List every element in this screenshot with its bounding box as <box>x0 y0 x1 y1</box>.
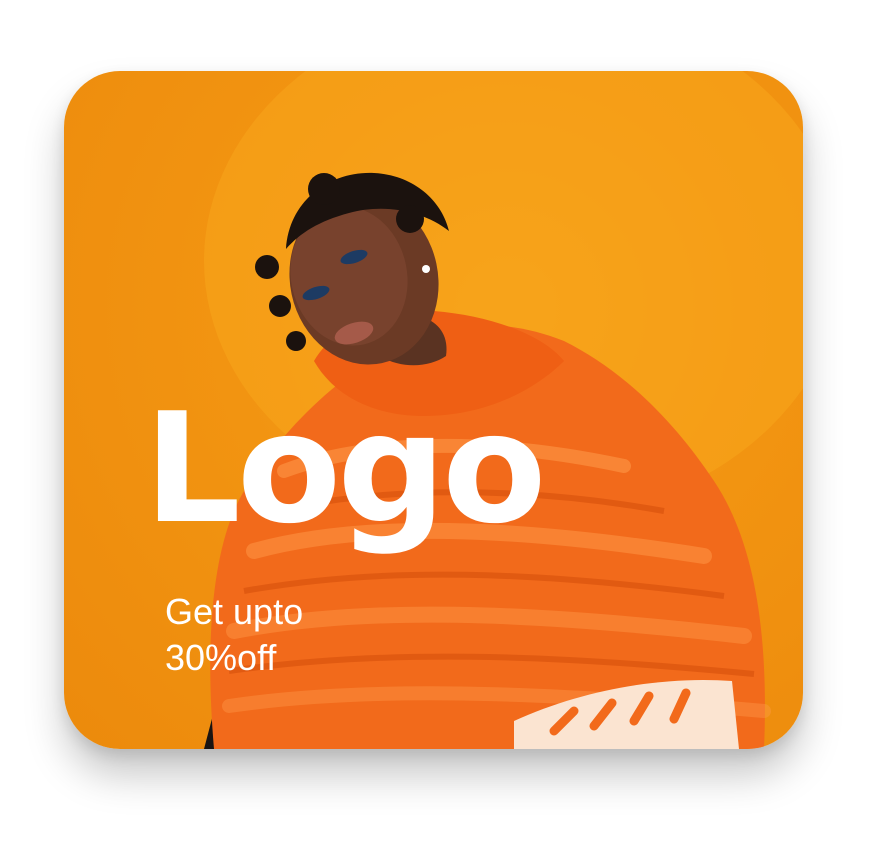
promo-line-1: Get upto <box>165 591 304 632</box>
promo-text: Get upto 30%off <box>165 589 425 681</box>
promo-card[interactable]: Logo Get upto 30%off <box>64 71 803 749</box>
logo-text: Logo <box>144 380 547 557</box>
promo-line-2: 30%off <box>165 637 277 678</box>
canvas: Logo Get upto 30%off <box>0 0 885 856</box>
